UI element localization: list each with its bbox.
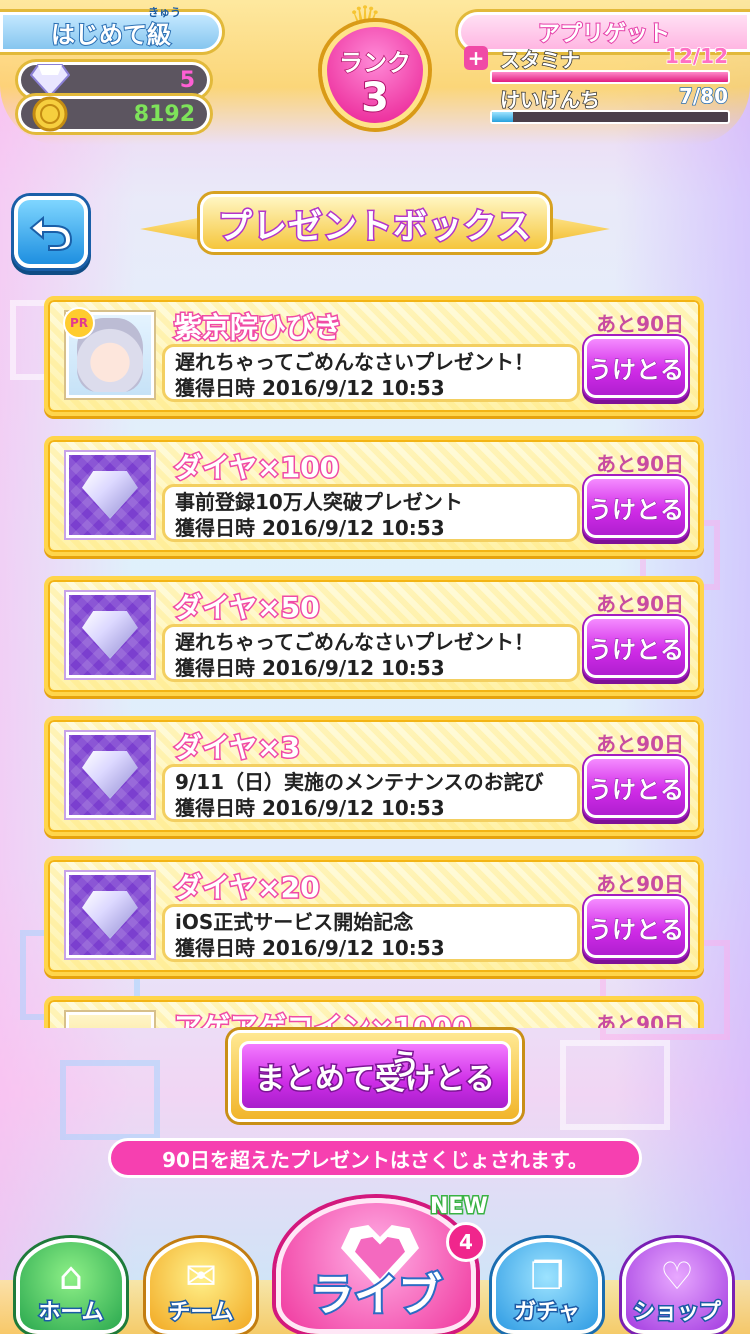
receive-button[interactable]: うけとる [584,756,688,818]
diamond-thumbnail [66,872,154,958]
pr-badge: PR [63,307,95,339]
exp-bar [490,110,730,124]
present-item: ダイヤ×50 あと90日 遅れちゃってごめんなさいプレゼント！ 獲得日時 201… [44,576,704,696]
stamina-value: 12/12 [664,43,728,69]
back-button[interactable] [14,196,88,268]
present-days-left: あと90日 [596,592,684,616]
rank-crown: ♛ ランク 3 [300,0,450,148]
heart-ring-icon: ♡ [659,1254,695,1298]
player-rank-title: きゅう はじめて級 [0,6,222,52]
nav-live-label: ライブ [308,1268,444,1323]
receive-all-button-face: う まとめて受けとる [239,1041,511,1111]
present-title: 紫京院ひびき [172,310,343,346]
present-item: ダイヤ×100 あと90日 事前登録10万人突破プレゼント 獲得日時 2016/… [44,436,704,556]
diamond-icon [82,751,138,799]
background-decoration [60,1060,160,1140]
diamond-count: 5 [179,68,195,93]
exp-bar-fill [492,112,513,122]
nav-gacha-button[interactable]: ❐ ガチャ [492,1238,602,1334]
diamond-icon [82,891,138,939]
receive-all-label: まとめて受けとる [254,1061,497,1099]
present-date: 獲得日時 2016/9/12 10:53 [175,516,445,540]
receive-all-button[interactable]: う まとめて受けとる [228,1030,522,1122]
exp-value: 7/80 [678,83,729,109]
present-item: PR 紫京院ひびき あと90日 遅れちゃってごめんなさいプレゼント！ 獲得日時 … [44,296,704,416]
cards-icon: ❐ [529,1254,565,1298]
character-thumbnail: PR [63,307,154,398]
present-title: ダイヤ×50 [173,590,322,626]
receive-button[interactable]: うけとる [584,616,688,678]
present-list[interactable]: PR 紫京院ひびき あと90日 遅れちゃってごめんなさいプレゼント！ 獲得日時 … [0,292,750,1028]
present-title: ダイヤ×100 [172,450,340,486]
receive-button[interactable]: うけとる [584,476,688,538]
nav-team-button[interactable]: ✉ チーム [146,1238,256,1334]
present-message-box: 遅れちゃってごめんなさいプレゼント！ 獲得日時 2016/9/12 10:53 [162,344,580,402]
stamina-label: スタミナ [499,47,581,73]
present-title: ダイヤ×3 [172,730,301,766]
present-days-left: あと90日 [596,452,684,476]
present-message-box: iOS正式サービス開始記念 獲得日時 2016/9/12 10:53 [162,904,580,962]
coin-count: 8192 [133,102,195,127]
present-date: 獲得日時 2016/9/12 10:53 [175,796,445,820]
rank-label: ランク [338,48,412,78]
present-message-box: 9/11（日）実施のメンテナンスのお詫び 獲得日時 2016/9/12 10:5… [162,764,580,822]
page-title-plate: プレゼントボックス [200,194,550,252]
coin-counter: 8192 [18,96,210,132]
present-item: ダイヤ×3 あと90日 9/11（日）実施のメンテナンスのお詫び 獲得日時 20… [44,716,704,836]
present-days-left: あと90日 [596,1012,684,1028]
present-message: 遅れちゃってごめんなさいプレゼント！ [175,630,534,654]
diamond-thumbnail [66,732,154,818]
deletion-notice: 90日を超えたプレゼントはさくじょされます。 [108,1138,642,1178]
new-tag: NEW [429,1193,490,1221]
present-days-left: あと90日 [596,312,684,336]
page-title: プレゼントボックス [217,205,533,248]
present-days-left: あと90日 [596,732,684,756]
envelope-icon: ✉ [185,1254,217,1298]
present-message: 9/11（日）実施のメンテナンスのお詫び [175,770,544,794]
present-days-left: あと90日 [596,872,684,896]
nav-shop-button[interactable]: ♡ ショップ [622,1238,732,1334]
diamond-icon [82,471,138,519]
present-message: iOS正式サービス開始記念 [175,910,414,934]
house-icon: ⌂ [58,1254,84,1298]
present-item: アゲアゲコイン×1000 あと90日 [44,996,704,1028]
bottom-nav: ⌂ ホーム ✉ チーム ライブ NEW 4 ❐ ガチャ ♡ ショップ [0,1180,750,1334]
present-message: 遅れちゃってごめんなさいプレゼント！ [175,350,534,374]
present-title: アゲアゲコイン×1000 [172,1010,472,1029]
page-title-ribbon: プレゼントボックス [140,192,610,258]
present-date: 獲得日時 2016/9/12 10:53 [175,656,445,680]
coin-thumbnail [66,1012,154,1028]
diamond-thumbnail [66,592,154,678]
live-count-badge: 4 [446,1222,486,1262]
nav-home-button[interactable]: ⌂ ホーム [16,1238,126,1334]
present-date: 獲得日時 2016/9/12 10:53 [175,936,445,960]
stamina-bar [490,70,730,84]
back-arrow-icon [29,215,73,251]
stamina-plus-icon[interactable]: + [464,46,488,70]
nav-shop-label: ショップ [631,1299,722,1327]
receive-button[interactable]: うけとる [584,896,688,958]
receive-all-ruby: う [389,1047,422,1085]
exp-label: けいけんち [499,87,601,113]
nav-home-label: ホーム [37,1299,105,1327]
background-decoration [560,1040,670,1130]
present-date: 獲得日時 2016/9/12 10:53 [175,376,445,400]
nav-team-label: チーム [167,1299,235,1327]
present-message-box: 事前登録10万人突破プレゼント 獲得日時 2016/9/12 10:53 [162,484,580,542]
diamond-icon [82,611,138,659]
nav-gacha-label: ガチャ [513,1299,582,1327]
rank-heart: ランク 3 [322,22,428,128]
rank-number: 3 [360,74,390,121]
present-item: ダイヤ×20 あと90日 iOS正式サービス開始記念 獲得日時 2016/9/1… [44,856,704,976]
status-bar: きゅう はじめて級 5 8192 ♛ ランク 3 アプリゲット + スタミナ 1… [0,0,750,150]
receive-button[interactable]: うけとる [584,336,688,398]
rank-title-ruby: きゅう [148,6,181,19]
stamina-bar-fill [492,72,728,82]
present-title: ダイヤ×20 [173,870,322,906]
present-message-box: 遅れちゃってごめんなさいプレゼント！ 獲得日時 2016/9/12 10:53 [162,624,580,682]
diamond-thumbnail [66,452,154,538]
present-message: 事前登録10万人突破プレゼント [175,490,463,514]
coin-icon [27,93,73,135]
